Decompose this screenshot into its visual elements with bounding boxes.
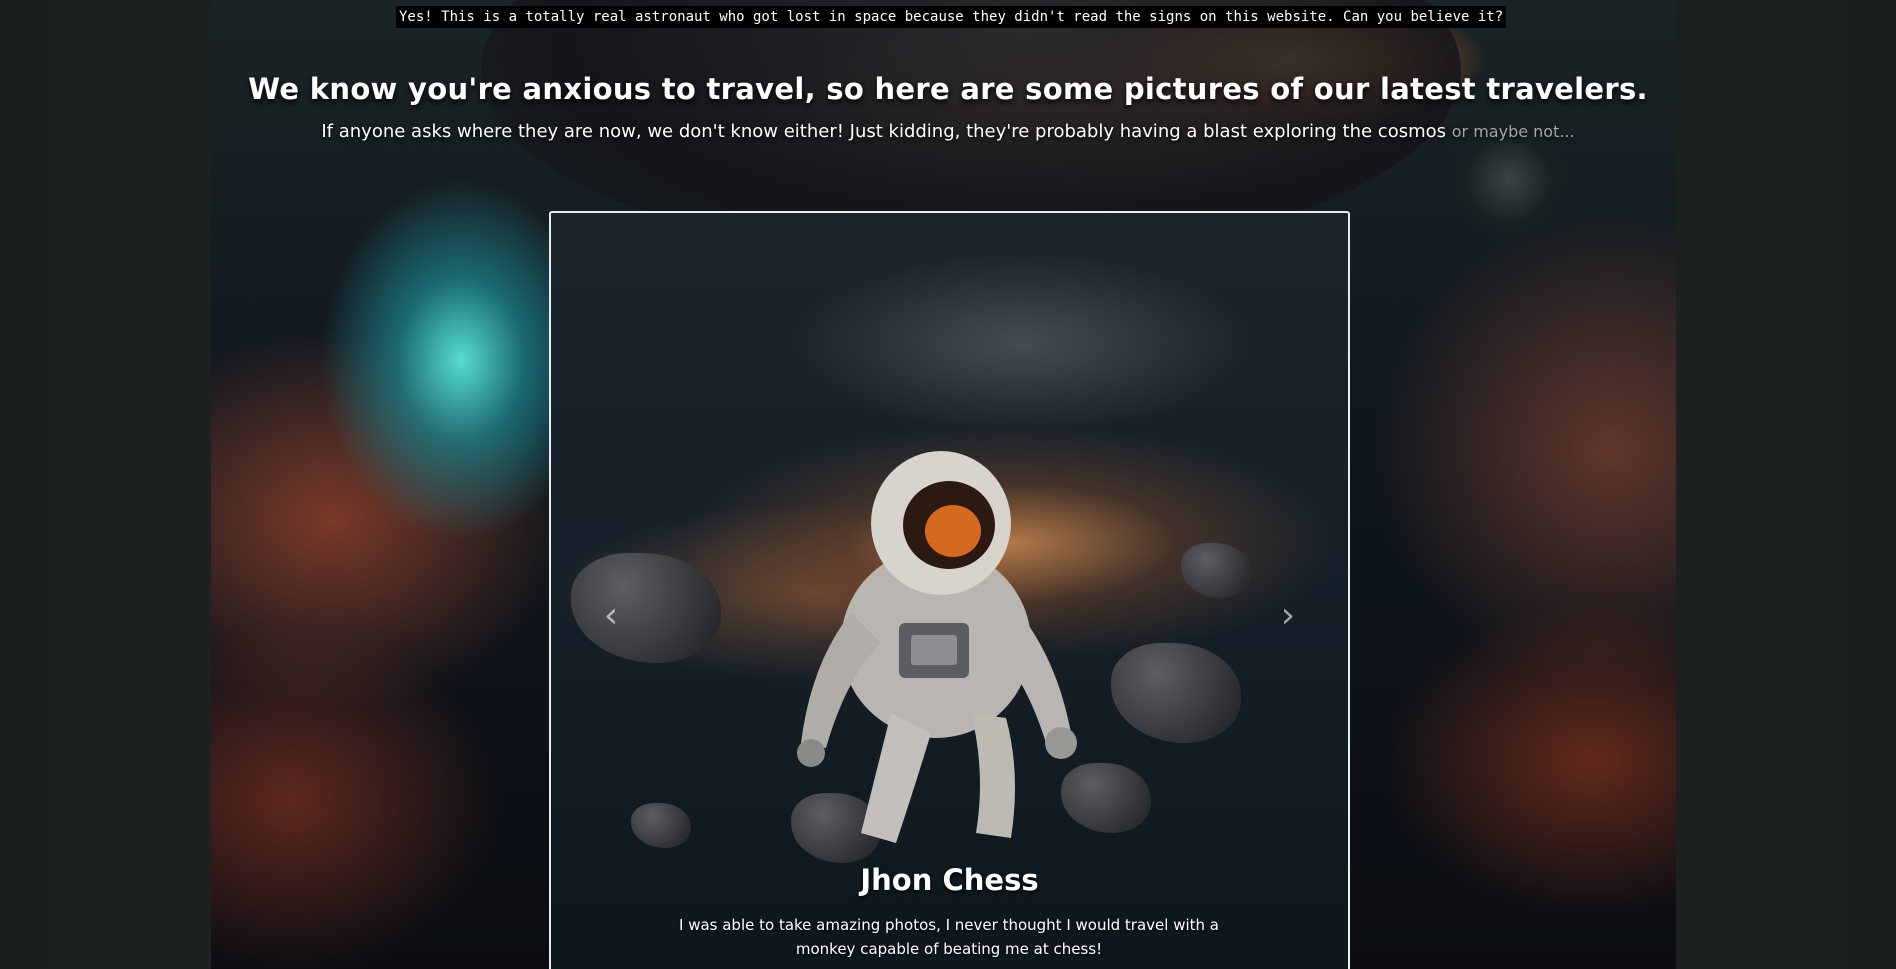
slide-caption: I was able to take amazing photos, I nev… <box>679 916 1219 958</box>
subheadline-text: If anyone asks where they are now, we do… <box>321 121 1447 142</box>
subheadline-muted-text: or maybe not... <box>1451 122 1575 141</box>
page-headline: We know you're anxious to travel, so her… <box>248 72 1648 106</box>
carousel-prev-button[interactable]: ‹ <box>591 591 631 641</box>
asteroid <box>631 803 691 848</box>
carousel-next-button[interactable]: › <box>1268 591 1308 641</box>
astronaut-image <box>797 451 1077 843</box>
chevron-right-icon: › <box>1280 595 1296 636</box>
chevron-left-icon: ‹ <box>603 595 619 636</box>
slide-title: Jhon Chess <box>860 863 1039 897</box>
asteroid <box>1181 543 1251 598</box>
page-subheadline: If anyone asks where they are now, we do… <box>0 121 1896 142</box>
page: Yes! This is a totally real astronaut wh… <box>0 0 1896 969</box>
page-margin-left <box>0 0 211 969</box>
page-margin-right <box>1685 0 1896 969</box>
travelers-carousel[interactable]: ‹ › Jhon Chess I was able to take amazin… <box>549 211 1350 969</box>
asteroid <box>1111 643 1241 743</box>
image-caption-banner: Yes! This is a totally real astronaut wh… <box>396 6 1507 28</box>
